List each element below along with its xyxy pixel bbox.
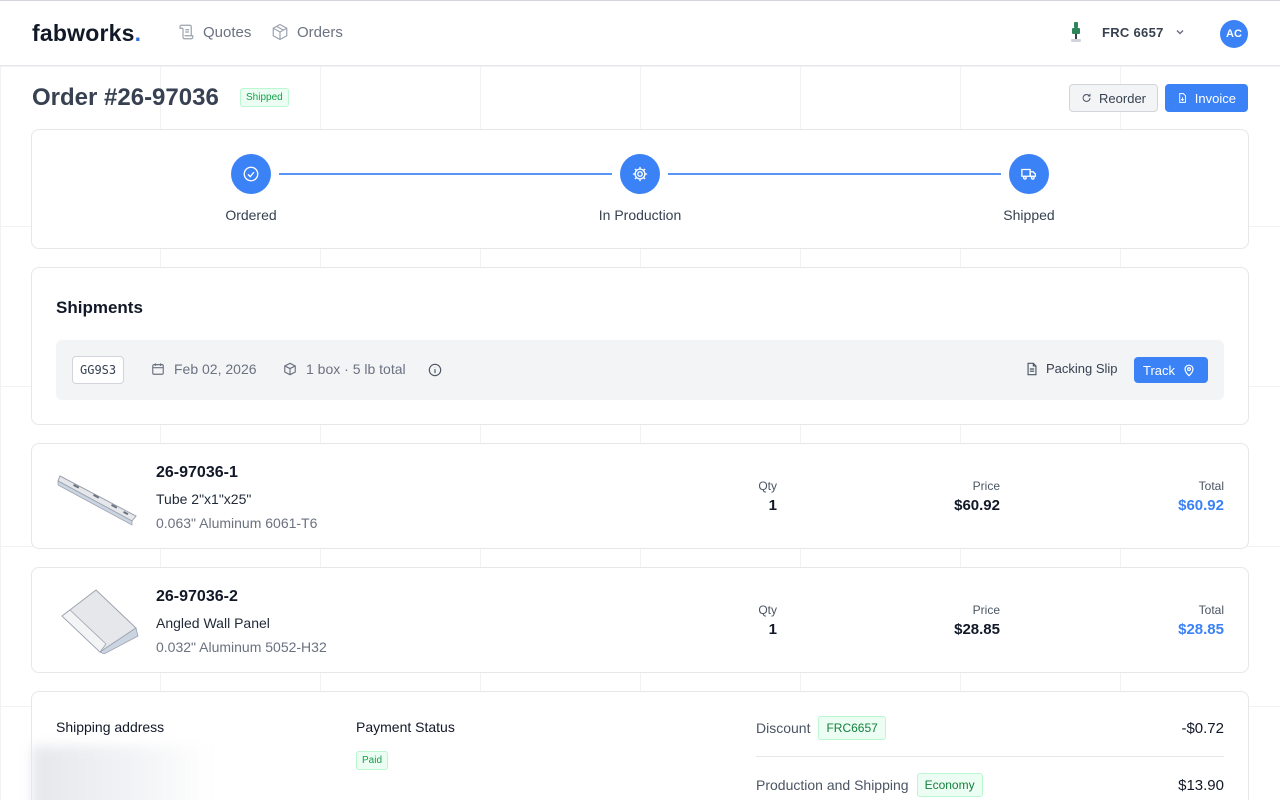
part-thumbnail bbox=[61, 589, 139, 654]
shipments-card: Shipments GG9S3 Feb 02, 2026 1 box · 5 l… bbox=[31, 267, 1249, 425]
step-production-circle bbox=[620, 154, 660, 194]
price-label: Price bbox=[972, 479, 1000, 493]
price-label: Price bbox=[972, 603, 1000, 617]
top-bar: fabworks. Quotes Orders FRC 6657 AC bbox=[0, 0, 1280, 66]
step-shipped-circle bbox=[1009, 154, 1049, 194]
discount-code-tag: FRC6657 bbox=[818, 716, 886, 740]
status-badge: Shipped bbox=[240, 88, 289, 107]
price-value: $28.85 bbox=[954, 621, 1000, 638]
truck-icon bbox=[1021, 168, 1037, 180]
payment-status-badge: Paid bbox=[356, 751, 389, 770]
team-selector[interactable]: FRC 6657 bbox=[1066, 21, 1186, 43]
part-name: Tube 2"x1"x25" bbox=[156, 491, 252, 507]
qty-label: Qty bbox=[758, 603, 777, 617]
qty-value: 1 bbox=[768, 497, 777, 514]
line-item: 26-97036-1 Tube 2"x1"x25" 0.063" Aluminu… bbox=[31, 443, 1249, 549]
shipment-summary-text: 1 box · 5 lb total bbox=[306, 361, 406, 377]
team-label: FRC 6657 bbox=[1102, 24, 1164, 40]
scroll-icon bbox=[179, 24, 194, 40]
file-download-icon bbox=[1179, 93, 1186, 103]
packing-slip-label: Packing Slip bbox=[1046, 361, 1118, 376]
nav-orders-label: Orders bbox=[297, 23, 343, 41]
part-material: 0.063" Aluminum 6061-T6 bbox=[156, 515, 318, 531]
track-button[interactable]: Track bbox=[1134, 357, 1208, 383]
shipping-address-redacted bbox=[32, 746, 212, 800]
step-label-production: In Production bbox=[598, 207, 682, 223]
nav-quotes-label: Quotes bbox=[203, 23, 252, 41]
step-connector bbox=[279, 173, 612, 175]
shipping-amount: $13.90 bbox=[1178, 776, 1224, 794]
nav-orders[interactable]: Orders bbox=[271, 23, 343, 41]
payment-status-label: Payment Status bbox=[356, 719, 455, 735]
total-label: Total bbox=[1198, 479, 1224, 493]
map-pin-icon bbox=[1184, 364, 1194, 377]
discount-label: Discount bbox=[756, 720, 811, 736]
shipment-row: GG9S3 Feb 02, 2026 1 box · 5 lb total Pa… bbox=[56, 340, 1224, 400]
nav-quotes[interactable]: Quotes bbox=[177, 23, 251, 41]
gear-icon bbox=[632, 166, 648, 182]
line-item: 26-97036-2 Angled Wall Panel 0.032" Alum… bbox=[31, 567, 1249, 673]
total-value: $28.85 bbox=[1178, 621, 1224, 638]
total-label: Total bbox=[1198, 603, 1224, 617]
discount-line: Discount FRC6657 -$0.72 bbox=[756, 716, 1224, 740]
part-number[interactable]: 26-97036-1 bbox=[156, 464, 238, 482]
box-icon bbox=[272, 23, 288, 41]
shipping-label: Production and Shipping bbox=[756, 777, 909, 793]
part-material: 0.032" Aluminum 5052-H32 bbox=[156, 639, 327, 655]
shipping-address-label: Shipping address bbox=[56, 719, 165, 735]
order-summary: Shipping address Payment Status Paid Dis… bbox=[31, 691, 1249, 800]
step-connector bbox=[668, 173, 1001, 175]
discount-amount: -$0.72 bbox=[1181, 719, 1224, 737]
step-label-shipped: Shipped bbox=[1003, 207, 1055, 223]
total-value: $60.92 bbox=[1178, 497, 1224, 514]
reorder-button[interactable]: Reorder bbox=[1069, 84, 1158, 112]
invoice-button[interactable]: Invoice bbox=[1165, 84, 1248, 112]
shipment-date-text: Feb 02, 2026 bbox=[174, 361, 257, 377]
shipments-title: Shipments bbox=[56, 298, 143, 317]
step-ordered-circle bbox=[231, 154, 271, 194]
robot-icon bbox=[1071, 22, 1081, 42]
check-circle-icon bbox=[243, 166, 259, 182]
document-icon bbox=[1027, 362, 1037, 375]
order-progress: Ordered In Production Shipped bbox=[31, 129, 1249, 249]
qty-value: 1 bbox=[768, 621, 777, 638]
chevron-down-icon bbox=[1176, 29, 1184, 35]
shipment-summary: 1 box · 5 lb total bbox=[283, 361, 406, 377]
divider bbox=[756, 756, 1224, 757]
price-value: $60.92 bbox=[954, 497, 1000, 514]
shipping-line: Production and Shipping Economy $13.90 bbox=[756, 773, 1224, 797]
info-icon[interactable] bbox=[428, 363, 442, 377]
refresh-icon bbox=[1082, 93, 1091, 102]
logo[interactable]: fabworks. bbox=[32, 20, 141, 47]
track-label: Track bbox=[1143, 362, 1176, 378]
step-label-ordered: Ordered bbox=[225, 207, 277, 223]
shipment-code[interactable]: GG9S3 bbox=[72, 356, 125, 384]
qty-label: Qty bbox=[758, 479, 777, 493]
package-icon bbox=[284, 362, 296, 376]
shipment-date: Feb 02, 2026 bbox=[151, 361, 257, 377]
page-title: Order #26-97036 bbox=[32, 84, 219, 111]
packing-slip-link[interactable]: Packing Slip bbox=[1025, 361, 1118, 376]
invoice-label: Invoice bbox=[1194, 90, 1236, 106]
part-thumbnail bbox=[57, 475, 137, 526]
reorder-label: Reorder bbox=[1099, 90, 1146, 106]
part-number[interactable]: 26-97036-2 bbox=[156, 588, 238, 606]
calendar-icon bbox=[152, 363, 164, 375]
part-name: Angled Wall Panel bbox=[156, 615, 270, 631]
shipping-speed-tag: Economy bbox=[916, 773, 983, 797]
avatar[interactable]: AC bbox=[1220, 20, 1248, 48]
